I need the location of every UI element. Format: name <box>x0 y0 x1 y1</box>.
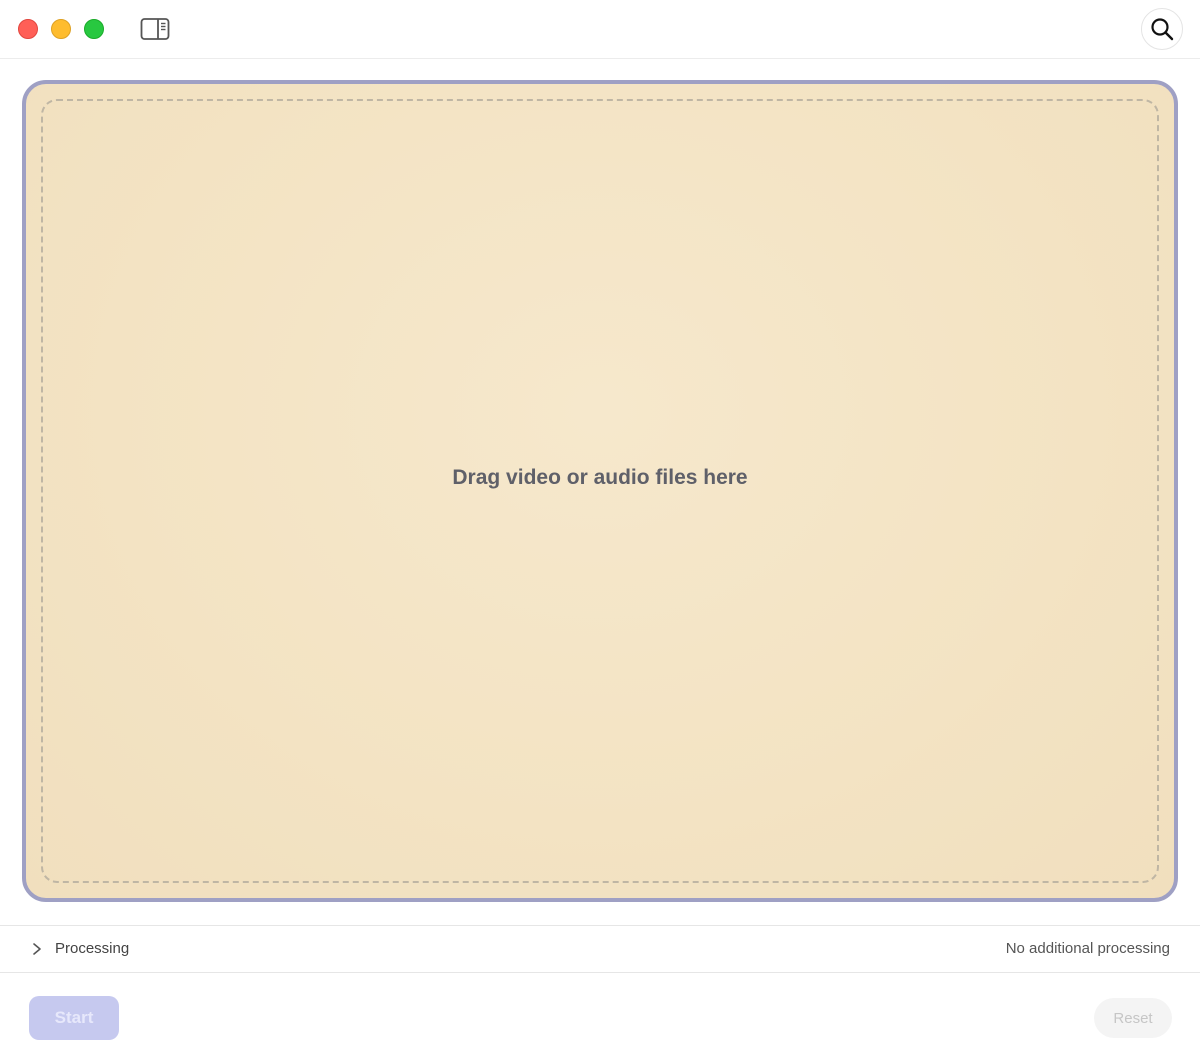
processing-status: No additional processing <box>1005 940 1170 957</box>
search-button[interactable] <box>1141 8 1183 50</box>
magnifying-glass-icon <box>1151 18 1174 41</box>
minimize-window-button[interactable] <box>51 19 71 39</box>
file-drop-zone[interactable]: Drag video or audio files here <box>22 80 1178 902</box>
start-button[interactable]: Start <box>29 996 119 1040</box>
reset-button[interactable]: Reset <box>1094 998 1172 1038</box>
drop-zone-dashed-border <box>41 99 1159 883</box>
sidebar-right-icon <box>140 18 170 40</box>
sidebar-toggle-button[interactable] <box>140 17 170 41</box>
processing-label: Processing <box>55 940 130 957</box>
maximize-window-button[interactable] <box>84 19 104 39</box>
chevron-right-icon <box>33 943 41 955</box>
drop-zone-instruction: Drag video or audio files here <box>452 466 748 489</box>
processing-disclosure[interactable]: Processing No additional processing <box>0 925 1200 973</box>
close-window-button[interactable] <box>18 19 38 39</box>
title-bar <box>0 0 1200 59</box>
app-window: Drag video or audio files here Processin… <box>0 0 1200 1062</box>
